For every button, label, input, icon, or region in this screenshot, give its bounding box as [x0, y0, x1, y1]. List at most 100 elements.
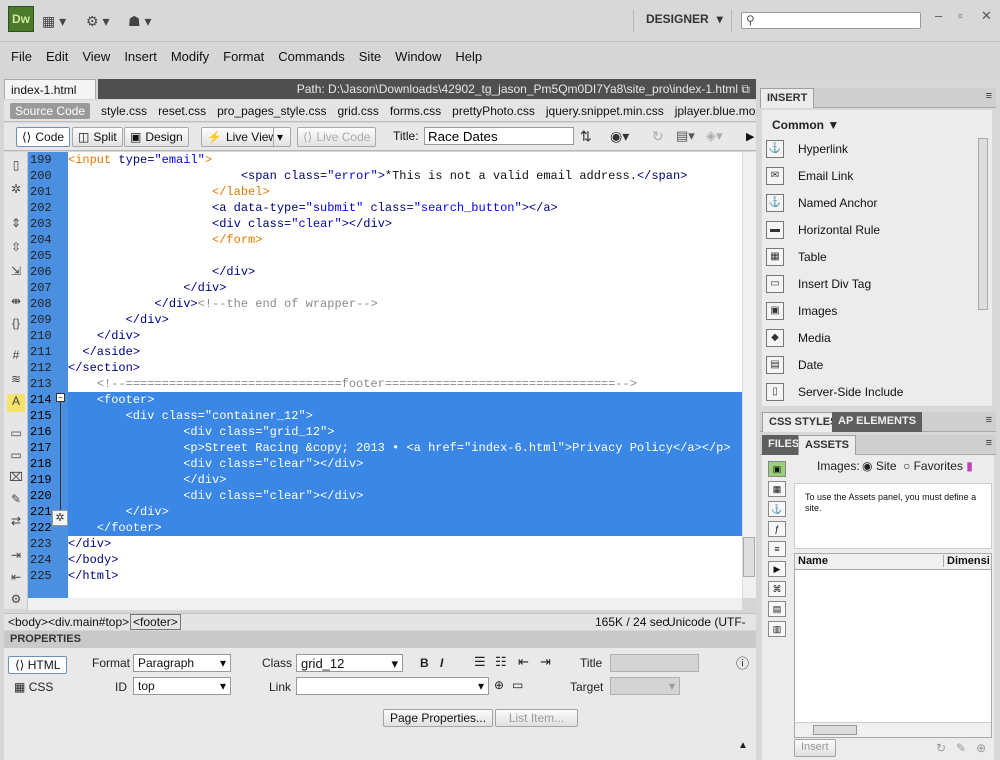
- move-css-icon[interactable]: ⇄: [7, 514, 25, 532]
- menu-format[interactable]: Format: [216, 48, 271, 70]
- code-line[interactable]: </footer>: [68, 520, 742, 536]
- related-file[interactable]: forms.css: [390, 104, 441, 118]
- code-line[interactable]: <div class="clear"></div>: [68, 456, 742, 472]
- menu-site[interactable]: Site: [352, 48, 388, 70]
- insert-table[interactable]: ▦ Table: [766, 246, 827, 268]
- indent-code-icon[interactable]: ⇥: [7, 548, 25, 566]
- format-source-icon[interactable]: ⚙: [7, 592, 25, 610]
- templates-asset-icon[interactable]: ▤: [768, 601, 786, 617]
- browse-folder-icon[interactable]: ▭: [512, 678, 523, 692]
- code-line[interactable]: <div class="clear"></div>: [68, 216, 742, 232]
- menu-help[interactable]: Help: [448, 48, 489, 70]
- insert-images[interactable]: ▣ Images: [766, 300, 837, 322]
- expand-all-icon[interactable]: ⇲: [7, 264, 25, 282]
- minimize-button[interactable]: –: [935, 8, 942, 23]
- highlight-invalid-icon[interactable]: ≋: [7, 372, 25, 390]
- code-line[interactable]: </div>: [68, 264, 742, 280]
- document-tab[interactable]: index-1.html ✕: [4, 79, 96, 111]
- live-view-button[interactable]: ⚡ Live View: [201, 127, 284, 147]
- movies-asset-icon[interactable]: ▶: [768, 561, 786, 577]
- code-line[interactable]: </section>: [68, 360, 742, 376]
- assets-panel-header[interactable]: FILES ASSETS ≡: [760, 435, 996, 455]
- related-file-source[interactable]: Source Code: [10, 102, 91, 119]
- scrollbar-thumb[interactable]: [813, 725, 857, 735]
- collapse-marker-icon[interactable]: −: [56, 393, 65, 402]
- balance-braces-icon[interactable]: {}: [7, 316, 25, 334]
- code-line[interactable]: </html>: [68, 568, 742, 584]
- add-favorite-icon[interactable]: ⊕: [976, 741, 986, 755]
- code-line[interactable]: <div class="clear"></div>: [68, 488, 742, 504]
- outdent-icon[interactable]: ⇤: [518, 654, 529, 670]
- insert-named-anchor[interactable]: ⚓ Named Anchor: [766, 192, 877, 214]
- italic-button[interactable]: I: [440, 656, 443, 670]
- urls-asset-icon[interactable]: ⚓: [768, 501, 786, 517]
- assets-list[interactable]: Name Dimensi: [794, 553, 992, 738]
- properties-panel-header[interactable]: PROPERTIES: [4, 631, 756, 648]
- bold-button[interactable]: B: [420, 656, 429, 670]
- dimensions-column-header[interactable]: Dimensi: [943, 555, 990, 567]
- related-file[interactable]: prettyPhoto.css: [452, 104, 535, 118]
- code-line[interactable]: </form>: [68, 232, 742, 248]
- panel-menu-icon[interactable]: ≡: [986, 414, 992, 426]
- collapse-selection-icon[interactable]: ⇳: [7, 240, 25, 258]
- code-line[interactable]: <p>Street Racing &copy; 2013 • <a href="…: [68, 440, 742, 456]
- related-file[interactable]: reset.css: [158, 104, 206, 118]
- code-hint-gear-icon[interactable]: ✲: [52, 510, 68, 526]
- code-line[interactable]: <div class="grid_12">: [68, 424, 742, 440]
- toolbar-overflow-icon[interactable]: ▶: [746, 130, 754, 143]
- menu-modify[interactable]: Modify: [164, 48, 216, 70]
- shockwave-asset-icon[interactable]: ≡: [768, 541, 786, 557]
- point-to-file-icon[interactable]: ⊕: [494, 678, 504, 692]
- close-button[interactable]: ✕: [981, 8, 992, 24]
- images-asset-icon[interactable]: ▣: [768, 461, 786, 477]
- site-menu-icon[interactable]: ☗ ▾: [128, 12, 151, 30]
- menu-commands[interactable]: Commands: [271, 48, 351, 70]
- collapse-full-tag-icon[interactable]: ⇕: [7, 216, 25, 234]
- menu-edit[interactable]: Edit: [39, 48, 75, 70]
- select-parent-tag-icon[interactable]: ⇼: [7, 294, 25, 312]
- code-line[interactable]: </div><!--the end of wrapper-->: [68, 296, 742, 312]
- recent-snippets-icon[interactable]: ✎: [7, 492, 25, 510]
- split-view-button[interactable]: ◫ Split: [72, 127, 123, 147]
- code-line[interactable]: </div>: [68, 312, 742, 328]
- insert-asset-button[interactable]: Insert: [794, 739, 836, 757]
- code-editor[interactable]: <input type="email"> <span class="error"…: [68, 152, 742, 598]
- line-numbers-icon[interactable]: #: [7, 348, 25, 366]
- code-line[interactable]: </div>: [68, 504, 742, 520]
- refresh-assets-icon[interactable]: ↻: [936, 741, 946, 755]
- title-prop-input[interactable]: [610, 654, 699, 672]
- related-file[interactable]: pro_pages_style.css: [217, 104, 326, 118]
- scrollbar-thumb[interactable]: [743, 537, 755, 577]
- class-select[interactable]: grid_12 ▾: [296, 654, 403, 672]
- refresh-icon[interactable]: ↻: [652, 128, 664, 145]
- live-code-button[interactable]: ⟨⟩ Live Code: [297, 127, 377, 147]
- show-code-navigator-icon[interactable]: ✲: [7, 182, 25, 200]
- vertical-scrollbar[interactable]: [742, 152, 756, 598]
- panel-menu-icon[interactable]: ≡: [986, 437, 992, 449]
- insert-media[interactable]: ◆ Media: [766, 327, 831, 349]
- panel-menu-icon[interactable]: ≡: [986, 90, 992, 102]
- code-line[interactable]: </div>: [68, 280, 742, 296]
- related-file[interactable]: style.css: [101, 104, 147, 118]
- insert-category-select[interactable]: Common ▼: [772, 118, 839, 132]
- id-select[interactable]: top ▾: [133, 677, 231, 695]
- insert-server-side-include[interactable]: ▯ Server-Side Include: [766, 381, 903, 403]
- indent-icon[interactable]: ⇥: [540, 654, 551, 670]
- css-panel-header[interactable]: CSS STYLES AP ELEMENTS ≡: [760, 412, 996, 432]
- insert-div-tag[interactable]: ▭ Insert Div Tag: [766, 273, 871, 295]
- tag-selector-div[interactable]: <div.main#top>: [48, 615, 129, 629]
- colors-asset-icon[interactable]: ▦: [768, 481, 786, 497]
- live-view-dropdown[interactable]: ▾: [273, 127, 291, 147]
- layout-menu-icon[interactable]: ▦ ▾: [42, 12, 66, 30]
- insert-horizontal-rule[interactable]: ▬ Horizontal Rule: [766, 219, 880, 241]
- insert-panel-header[interactable]: INSERT ≡: [760, 88, 996, 108]
- css-properties-button[interactable]: ▦ CSS: [14, 680, 53, 694]
- favorites-radio[interactable]: ○ Favorites ▮: [903, 459, 973, 473]
- file-management-icon[interactable]: ⇅: [580, 128, 592, 145]
- preview-browser-icon[interactable]: ◉▾: [610, 128, 629, 145]
- scripts-asset-icon[interactable]: ⌘: [768, 581, 786, 597]
- workspace-switcher[interactable]: DESIGNER ▾: [646, 12, 723, 26]
- menu-window[interactable]: Window: [388, 48, 448, 70]
- code-line[interactable]: <footer>: [68, 392, 742, 408]
- code-line[interactable]: </div>: [68, 536, 742, 552]
